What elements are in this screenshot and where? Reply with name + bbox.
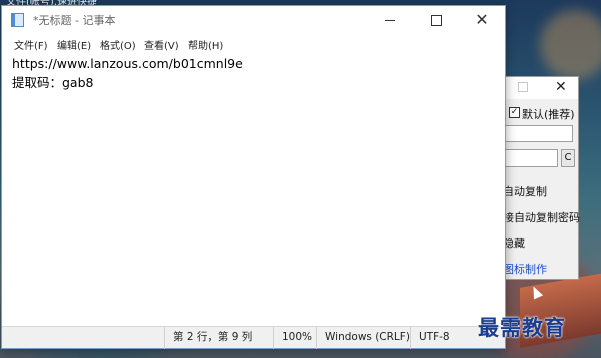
menu-help[interactable]: 帮助(H) bbox=[188, 37, 223, 52]
c-button[interactable]: C bbox=[561, 149, 575, 167]
background-input-2[interactable] bbox=[503, 149, 558, 167]
minimize-button[interactable] bbox=[367, 6, 413, 34]
zoom-level: 100% bbox=[273, 327, 316, 349]
cursor-position: 第 2 行，第 9 列 bbox=[164, 327, 273, 349]
background-maximize-icon[interactable] bbox=[518, 82, 528, 92]
wallpaper-glow bbox=[540, 10, 601, 80]
text-line-1: https://www.lanzous.com/b01cmnl9e bbox=[12, 56, 243, 71]
menu-edit[interactable]: 编辑(E) bbox=[57, 37, 91, 52]
icon-making-link[interactable]: 图标制作 bbox=[503, 261, 547, 277]
notepad-titlebar[interactable]: *无标题 - 记事本 ✕ bbox=[2, 6, 505, 34]
window-title: *无标题 - 记事本 bbox=[33, 14, 116, 27]
maximize-button[interactable] bbox=[413, 6, 459, 34]
option-auto-copy-password[interactable]: 接自动复制密码 bbox=[503, 209, 580, 225]
notepad-app-icon bbox=[11, 13, 24, 27]
menu-file[interactable]: 文件(F) bbox=[14, 37, 48, 52]
default-checkbox[interactable]: ✓ bbox=[509, 107, 520, 118]
text-line-2: 提取码：gab8 bbox=[12, 75, 94, 90]
notepad-window[interactable]: *无标题 - 记事本 ✕ 文件(F) 编辑(E) 格式(O) 查看(V) 帮助(… bbox=[1, 5, 506, 349]
line-ending: Windows (CRLF) bbox=[316, 327, 410, 349]
menu-bar: 文件(F) 编辑(E) 格式(O) 查看(V) 帮助(H) bbox=[2, 34, 505, 54]
default-checkbox-label: 默认(推荐) bbox=[522, 108, 575, 121]
background-app-window[interactable]: ✕ ✓ 默认(推荐) C 自动复制 接自动复制密码 隐藏 图标制作 bbox=[503, 76, 580, 280]
option-hide[interactable]: 隐藏 bbox=[503, 235, 525, 251]
background-close-icon[interactable]: ✕ bbox=[555, 79, 567, 95]
option-auto-copy[interactable]: 自动复制 bbox=[503, 183, 547, 199]
close-button[interactable]: ✕ bbox=[459, 6, 505, 34]
menu-format[interactable]: 格式(O) bbox=[100, 37, 136, 52]
watermark-logo: 最需教育 bbox=[478, 315, 566, 340]
background-window-titlebar[interactable]: ✕ bbox=[503, 77, 578, 99]
menu-view[interactable]: 查看(V) bbox=[144, 37, 179, 52]
status-bar: 第 2 行，第 9 列 100% Windows (CRLF) UTF-8 bbox=[2, 326, 505, 349]
text-editor-area[interactable]: https://www.lanzous.com/b01cmnl9e 提取码：ga… bbox=[2, 52, 505, 326]
background-input-1[interactable] bbox=[503, 125, 573, 142]
